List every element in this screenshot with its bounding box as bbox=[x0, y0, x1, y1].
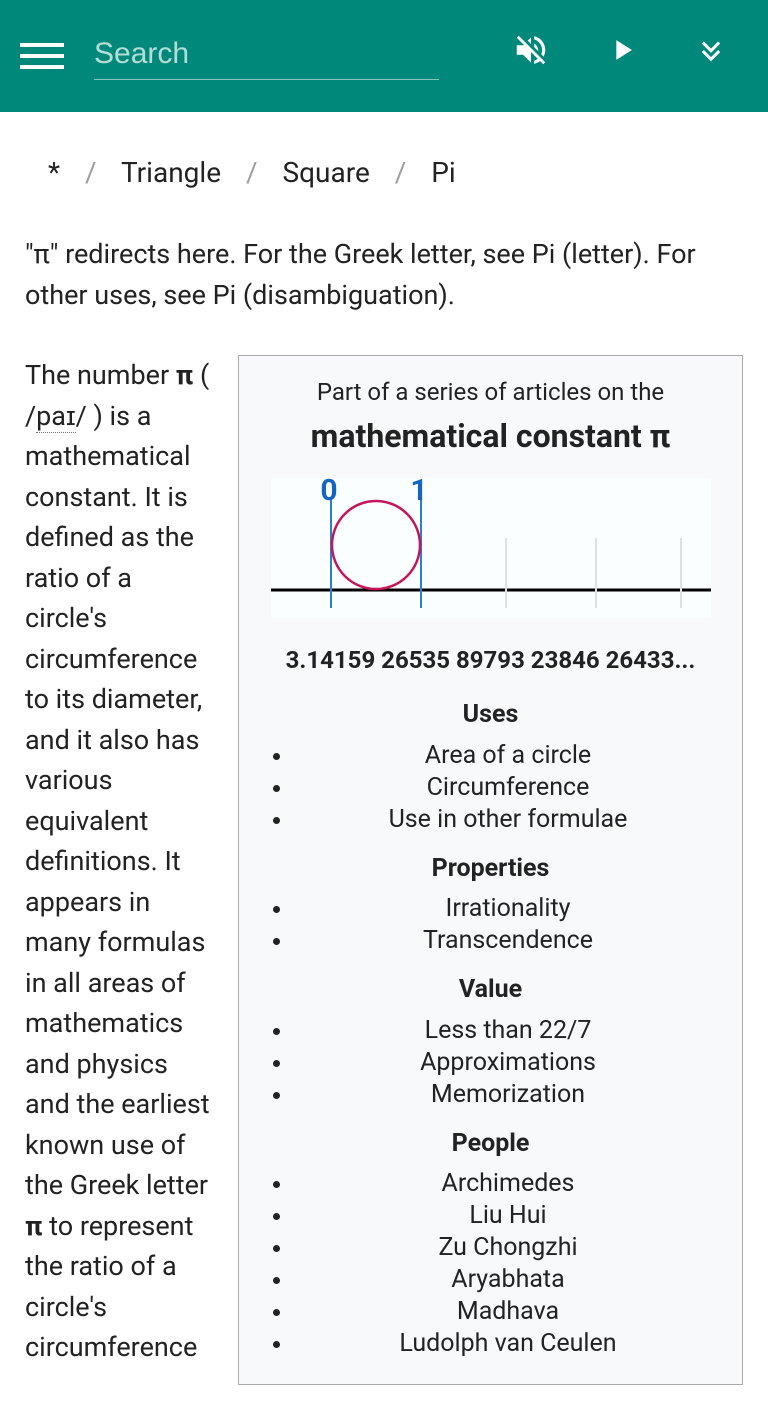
infobox-list: IrrationalityTranscendence bbox=[239, 893, 742, 957]
infobox-list-item[interactable]: Transcendence bbox=[294, 925, 742, 957]
breadcrumb: * / Triangle / Square / Pi bbox=[0, 112, 768, 214]
infobox-section-heading: Properties bbox=[239, 850, 742, 888]
lead-text: to represent the ratio of a circle's cir… bbox=[25, 1210, 197, 1364]
infobox-list-item[interactable]: Zu Chongzhi bbox=[294, 1232, 742, 1264]
infobox-subtitle: Part of a series of articles on the bbox=[239, 374, 742, 410]
pronunciation: paɪ bbox=[36, 400, 75, 433]
pi-digits: 3.14159 26535 89793 23846 26433... bbox=[239, 642, 742, 678]
header-actions bbox=[512, 31, 748, 81]
infobox-list-item[interactable]: Less than 22/7 bbox=[294, 1015, 742, 1047]
redirect-note: "π" redirects here. For the Greek letter… bbox=[25, 234, 743, 315]
mute-icon[interactable] bbox=[512, 31, 550, 81]
breadcrumb-sep: / bbox=[67, 156, 115, 189]
lead-text: The number bbox=[25, 359, 176, 391]
breadcrumb-item-triangle[interactable]: Triangle bbox=[121, 156, 221, 189]
breadcrumb-root[interactable]: * bbox=[48, 156, 60, 189]
search-input[interactable] bbox=[94, 33, 439, 80]
breadcrumb-sep: / bbox=[377, 156, 425, 189]
pi-symbol: π bbox=[176, 359, 193, 391]
breadcrumb-item-square[interactable]: Square bbox=[283, 156, 370, 189]
play-icon[interactable] bbox=[605, 33, 639, 79]
app-header bbox=[0, 0, 768, 112]
lead-text: / ) is a mathematical constant. It is de… bbox=[25, 400, 210, 1202]
infobox-list-item[interactable]: Memorization bbox=[294, 1079, 742, 1111]
infobox-list-item[interactable]: Liu Hui bbox=[294, 1200, 742, 1232]
infobox-list-item[interactable]: Approximations bbox=[294, 1047, 742, 1079]
infobox-list-item[interactable]: Irrationality bbox=[294, 893, 742, 925]
infobox-list-item[interactable]: Aryabhata bbox=[294, 1264, 742, 1296]
breadcrumb-item-pi[interactable]: Pi bbox=[431, 156, 455, 189]
svg-text:1: 1 bbox=[410, 478, 427, 508]
infobox-sections: Uses Area of a circleCircumferenceUse in … bbox=[239, 696, 742, 1360]
infobox-section-heading: People bbox=[239, 1125, 742, 1163]
pi-symbol: π bbox=[25, 1210, 42, 1242]
infobox-list-item[interactable]: Use in other formulae bbox=[294, 804, 742, 836]
svg-text:0: 0 bbox=[320, 478, 337, 508]
search-wrap bbox=[94, 33, 439, 80]
infobox-list-item[interactable]: Archimedes bbox=[294, 1168, 742, 1200]
infobox-list: ArchimedesLiu HuiZu ChongzhiAryabhataMad… bbox=[239, 1168, 742, 1360]
menu-icon[interactable] bbox=[20, 34, 64, 78]
lead-paragraph: The number π ( /paɪ/ ) is a mathematical… bbox=[25, 355, 213, 1368]
pi-diagram: 0 1 bbox=[271, 478, 711, 630]
infobox-list-item[interactable]: Ludolph van Ceulen bbox=[294, 1328, 742, 1360]
chevron-double-down-icon[interactable] bbox=[694, 33, 728, 79]
infobox-section-heading: Uses bbox=[239, 696, 742, 734]
infobox-list: Area of a circleCircumferenceUse in othe… bbox=[239, 740, 742, 836]
infobox-list-item[interactable]: Area of a circle bbox=[294, 740, 742, 772]
article-content: "π" redirects here. For the Greek letter… bbox=[0, 214, 768, 1405]
breadcrumb-sep: / bbox=[228, 156, 276, 189]
infobox: Part of a series of articles on the math… bbox=[238, 355, 743, 1385]
infobox-list-item[interactable]: Circumference bbox=[294, 772, 742, 804]
infobox-list-item[interactable]: Madhava bbox=[294, 1296, 742, 1328]
infobox-section-heading: Value bbox=[239, 971, 742, 1009]
infobox-list: Less than 22/7ApproximationsMemorization bbox=[239, 1015, 742, 1111]
infobox-title: mathematical constant π bbox=[239, 412, 742, 460]
